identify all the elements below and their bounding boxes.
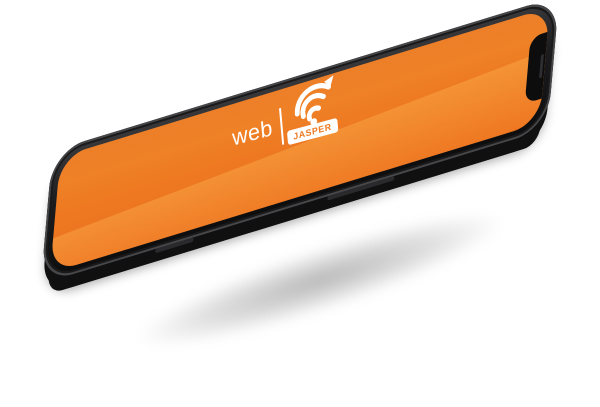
logo-divider [279,108,284,145]
speaker-grille [538,53,544,79]
logo-word: web [231,114,274,151]
mockup-stage: web JASPER [0,0,600,407]
